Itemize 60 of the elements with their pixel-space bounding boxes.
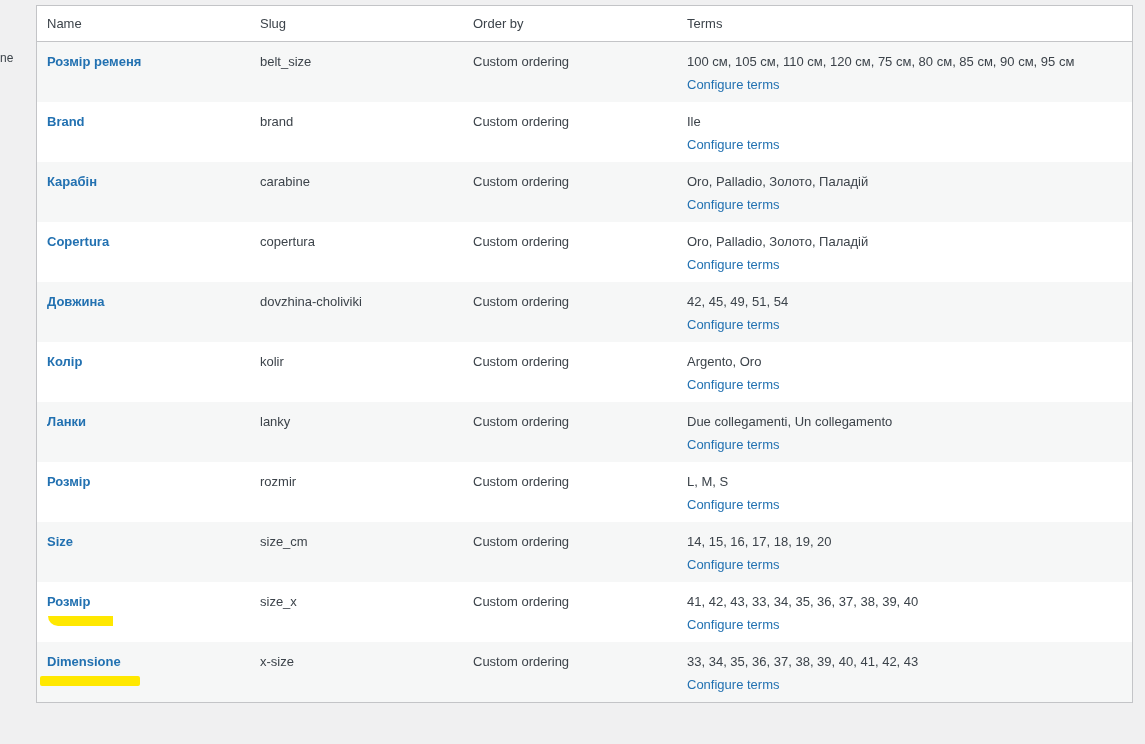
terms-list: Due collegamenti, Un collegamento — [687, 412, 893, 432]
order-by-cell: Custom ordering — [473, 114, 570, 129]
terms-list: Ile — [687, 112, 701, 132]
slug-cell: x-size — [260, 654, 294, 669]
attribute-name-link[interactable]: Copertura — [47, 234, 110, 249]
attribute-name-link[interactable]: Розмір — [47, 474, 91, 489]
slug-cell: copertura — [260, 234, 315, 249]
configure-terms-link[interactable]: Configure terms — [687, 494, 780, 514]
terms-list: 42, 45, 49, 51, 54 — [687, 292, 789, 312]
attribute-name-link[interactable]: Розмір ременя — [47, 54, 142, 69]
slug-cell: size_x — [260, 594, 297, 609]
attribute-name-link[interactable]: Size — [47, 534, 73, 549]
slug-cell: lanky — [260, 414, 291, 429]
slug-cell: belt_size — [260, 54, 312, 69]
configure-terms-link[interactable]: Configure terms — [687, 194, 780, 214]
attribute-name-link[interactable]: Dimensione — [47, 654, 121, 669]
configure-terms-link[interactable]: Configure terms — [687, 134, 780, 154]
order-by-cell: Custom ordering — [473, 354, 570, 369]
order-by-cell: Custom ordering — [473, 594, 570, 609]
order-by-cell: Custom ordering — [473, 534, 570, 549]
slug-cell: kolir — [260, 354, 284, 369]
configure-terms-link[interactable]: Configure terms — [687, 554, 780, 574]
side-label: ne — [0, 50, 15, 67]
slug-cell: carabine — [260, 174, 310, 189]
terms-list: Oro, Palladio, Золото, Паладій — [687, 172, 869, 192]
attribute-name-link[interactable]: Brand — [47, 114, 85, 129]
attribute-name-link[interactable]: Довжина — [47, 294, 105, 309]
slug-cell: size_cm — [260, 534, 308, 549]
configure-terms-link[interactable]: Configure terms — [687, 254, 780, 274]
column-header: Slug — [260, 14, 287, 33]
order-by-cell: Custom ordering — [473, 174, 570, 189]
column-header: Terms — [687, 14, 723, 33]
order-by-cell: Custom ordering — [473, 234, 570, 249]
attribute-name-link[interactable]: Колір — [47, 354, 83, 369]
configure-terms-link[interactable]: Configure terms — [687, 674, 780, 694]
configure-terms-link[interactable]: Configure terms — [687, 74, 780, 94]
column-header: Name — [47, 14, 82, 33]
order-by-cell: Custom ordering — [473, 294, 570, 309]
slug-cell: dovzhina-choliviki — [260, 294, 362, 309]
column-header: Order by — [473, 14, 524, 33]
order-by-cell: Custom ordering — [473, 54, 570, 69]
configure-terms-link[interactable]: Configure terms — [687, 314, 780, 334]
attribute-name-link[interactable]: Ланки — [47, 414, 87, 429]
order-by-cell: Custom ordering — [473, 414, 570, 429]
configure-terms-link[interactable]: Configure terms — [687, 374, 780, 394]
order-by-cell: Custom ordering — [473, 654, 570, 669]
terms-list: 14, 15, 16, 17, 18, 19, 20 — [687, 532, 832, 552]
terms-list: Argento, Oro — [687, 352, 762, 372]
order-by-cell: Custom ordering — [473, 474, 570, 489]
terms-list: 41, 42, 43, 33, 34, 35, 36, 37, 38, 39, 40 — [687, 592, 919, 612]
attribute-name-link[interactable]: Розмір — [47, 594, 91, 609]
terms-list: Oro, Palladio, Золото, Паладій — [687, 232, 869, 252]
configure-terms-link[interactable]: Configure terms — [687, 614, 780, 634]
terms-list: 100 см, 105 см, 110 см, 120 см, 75 см, 80 см, 85 см, 90 см, 95 см — [687, 52, 1075, 72]
attribute-name-link[interactable]: Карабін — [47, 174, 97, 189]
configure-terms-link[interactable]: Configure terms — [687, 434, 780, 454]
slug-cell: rozmir — [260, 474, 297, 489]
slug-cell: brand — [260, 114, 294, 129]
terms-list: L, M, S — [687, 472, 729, 492]
terms-list: 33, 34, 35, 36, 37, 38, 39, 40, 41, 42, 43 — [687, 652, 919, 672]
